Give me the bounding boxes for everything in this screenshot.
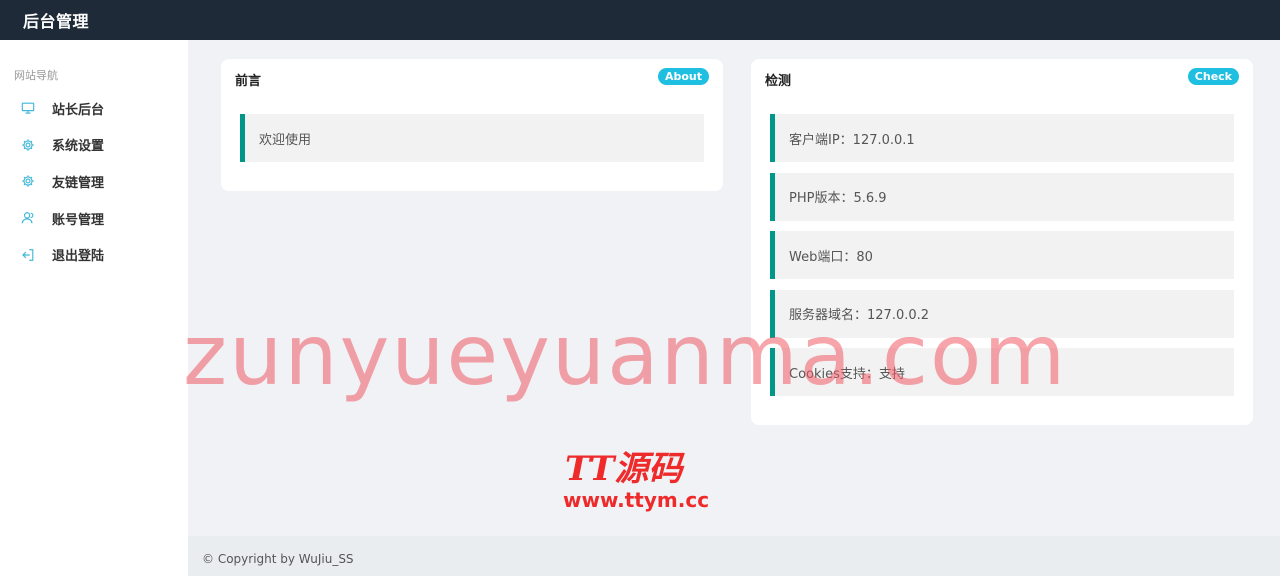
footer: © Copyright by WuJiu_SS: [188, 536, 1280, 576]
nav-section-title: 网站导航: [14, 69, 58, 82]
preface-card: 前言 About 欢迎使用: [221, 59, 723, 191]
sidebar: 网站导航 站长后台 系统设置 友链管理 账号管理 退出登陆: [0, 40, 188, 576]
about-badge[interactable]: About: [657, 68, 709, 85]
gear-icon: [20, 137, 36, 153]
users-icon: [20, 210, 36, 226]
sidebar-item-accounts[interactable]: 账号管理: [0, 200, 188, 237]
web-port-row: Web端口：80: [770, 231, 1234, 279]
client-ip-row: 客户端IP：127.0.0.1: [770, 114, 1234, 162]
welcome-box: 欢迎使用: [240, 114, 704, 162]
sidebar-item-webmaster[interactable]: 站长后台: [0, 90, 188, 127]
sidebar-item-label: 系统设置: [52, 139, 105, 155]
sidebar-item-label: 退出登陆: [52, 249, 105, 265]
gear-icon: [20, 173, 36, 189]
copyright-text: © Copyright by WuJiu_SS: [202, 552, 354, 566]
sidebar-item-links[interactable]: 友链管理: [0, 163, 188, 200]
check-badge[interactable]: Check: [1187, 68, 1239, 85]
sidebar-item-label: 账号管理: [52, 212, 105, 228]
sidebar-item-label: 站长后台: [52, 102, 105, 118]
main-content: 前言 About 欢迎使用 检测 Check 客户端IP：127.0.0.1 P…: [188, 40, 1280, 536]
sidebar-item-label: 友链管理: [52, 175, 105, 191]
card-title: 检测: [765, 74, 792, 89]
cookies-support-row: Cookies支持：支持: [770, 348, 1234, 396]
monitor-icon: [20, 100, 36, 116]
nav-list: 站长后台 系统设置 友链管理 账号管理 退出登陆: [0, 90, 188, 273]
sidebar-item-logout[interactable]: 退出登陆: [0, 236, 188, 273]
php-version-row: PHP版本：5.6.9: [770, 172, 1234, 221]
app-title: 后台管理: [23, 12, 90, 31]
top-bar: 后台管理: [0, 0, 1280, 40]
server-domain-row: 服务器域名：127.0.0.2: [770, 289, 1234, 338]
logout-icon: [20, 247, 36, 263]
sidebar-item-system-settings[interactable]: 系统设置: [0, 127, 188, 164]
check-card: 检测 Check 客户端IP：127.0.0.1 PHP版本：5.6.9 Web…: [751, 59, 1253, 425]
card-title: 前言: [235, 74, 262, 89]
